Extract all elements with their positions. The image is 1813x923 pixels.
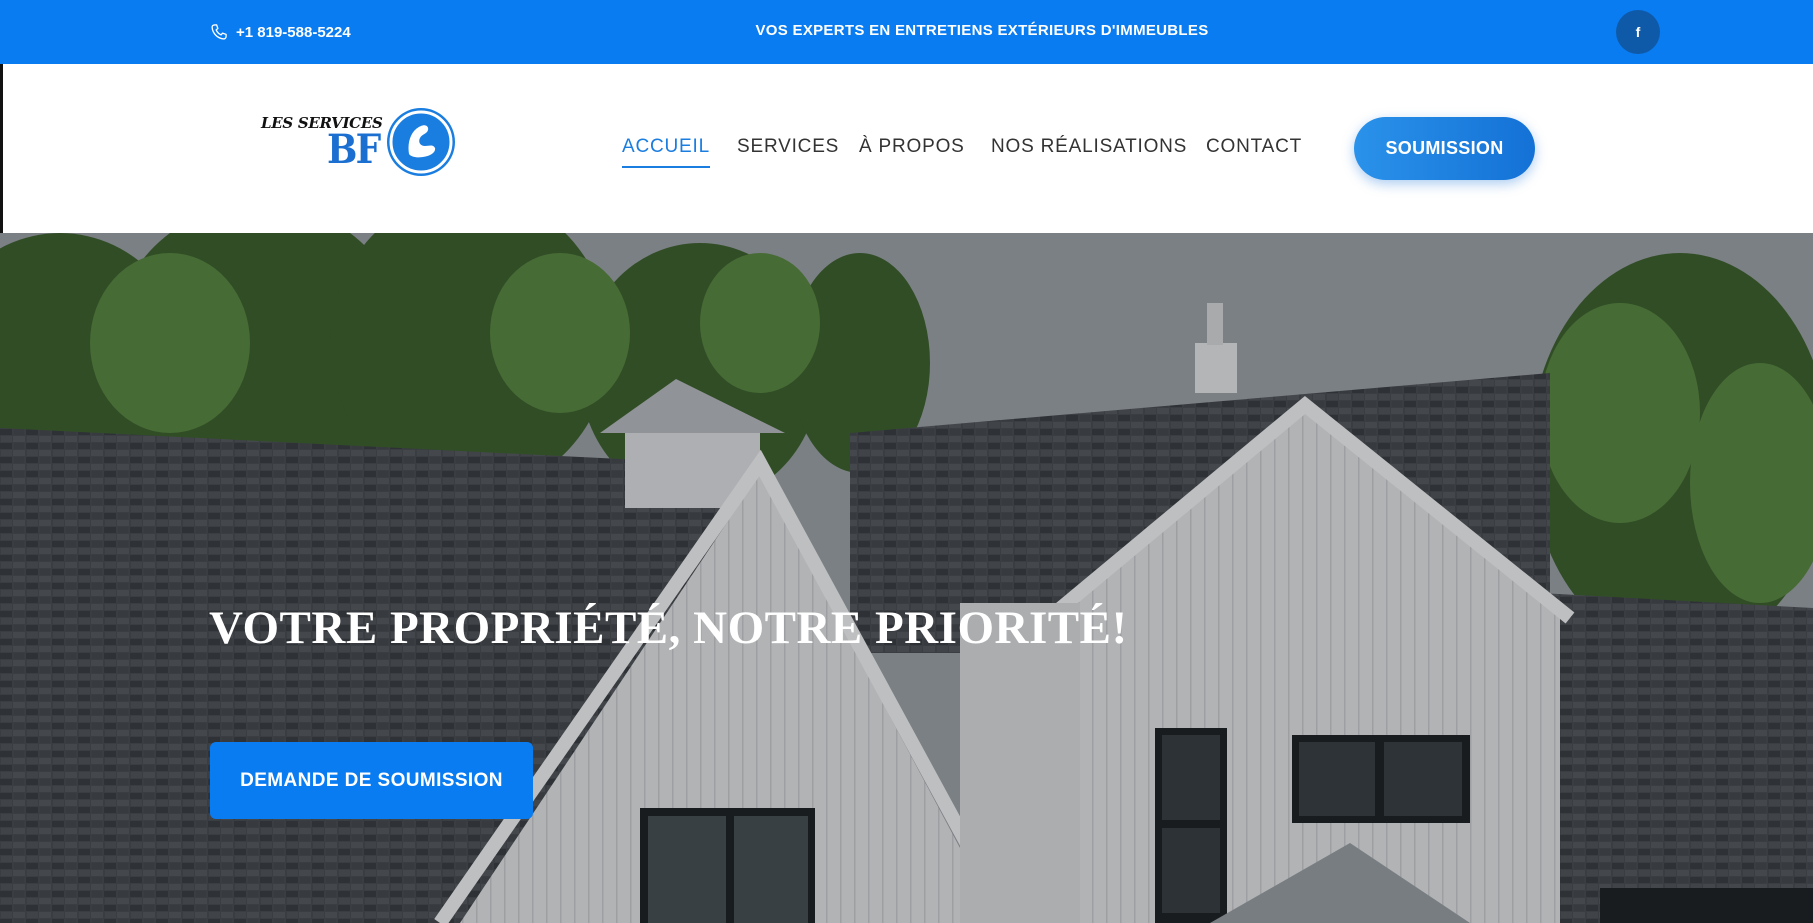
topbar-tagline: VOS EXPERTS EN ENTRETIENS EXTÉRIEURS D'I… — [755, 22, 1209, 39]
hero-section: VOTRE PROPRIÉTÉ, NOTRE PRIORITÉ! DEMANDE… — [0, 233, 1813, 923]
soumission-button[interactable]: SOUMISSION — [1354, 117, 1535, 180]
hero-title: VOTRE PROPRIÉTÉ, NOTRE PRIORITÉ! — [209, 602, 1128, 654]
site-header: LES SERVICES BF ACCUEIL SERVICES À PROPO… — [0, 64, 1813, 233]
top-bar: +1 819-588-5224 VOS EXPERTS EN ENTRETIEN… — [0, 0, 1813, 64]
logo-text-line2: BF — [327, 126, 381, 173]
nav-item-accueil[interactable]: ACCUEIL — [622, 136, 710, 168]
nav-item-a-propos[interactable]: À PROPOS — [859, 136, 965, 158]
facebook-icon: f — [1635, 24, 1641, 40]
nav-item-nos-realisations[interactable]: NOS RÉALISATIONS — [991, 136, 1187, 158]
hero-overlay — [0, 233, 1813, 923]
facebook-button[interactable]: f — [1616, 10, 1660, 54]
nav-item-contact[interactable]: CONTACT — [1206, 136, 1302, 158]
nav-item-services[interactable]: SERVICES — [737, 136, 839, 158]
logo-emblem-icon — [387, 108, 455, 176]
logo[interactable]: LES SERVICES BF — [259, 104, 459, 176]
demande-soumission-button[interactable]: DEMANDE DE SOUMISSION — [210, 742, 533, 819]
